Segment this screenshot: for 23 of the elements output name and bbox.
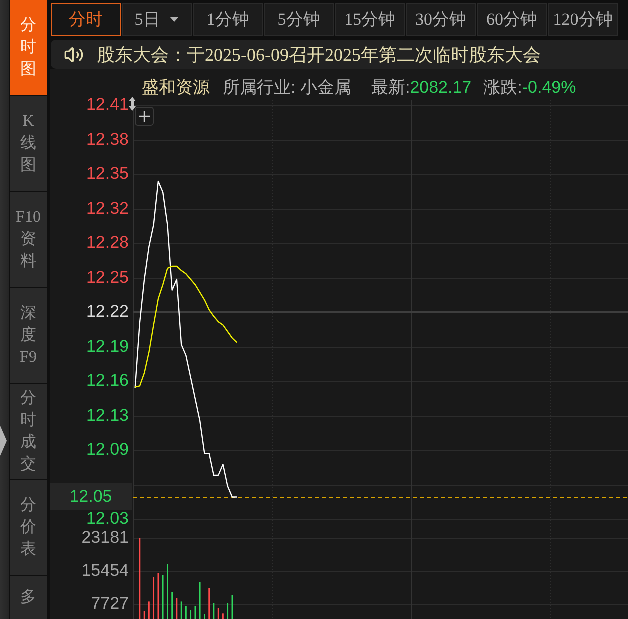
axis-label: 12.25 [86,268,129,288]
price-tag: 12.05 [50,483,132,510]
change-value: -0.49% [522,78,576,98]
axis-label: 12.19 [86,336,129,357]
axis-label: 23181 [82,528,129,548]
axis-label: 15454 [82,560,129,581]
industry-text: 所属行业: 小金属 [223,77,352,99]
notice-text: 股东大会：于2025-06-09召开2025年第二次临时股东大会 [97,44,541,66]
change-label: 涨跌: [484,77,522,99]
axis-label: 12.41 [86,95,129,116]
axis-label: 7727 [91,594,129,614]
axis-label: 12.03 [86,509,129,529]
axis-label: 12.13 [86,406,129,426]
axis-label: 12.28 [86,233,129,254]
axis-label: 12.35 [86,164,129,184]
latest-value: 2082.17 [410,78,472,98]
axis-label: 12.16 [86,371,129,392]
axis-label: 12.09 [86,440,129,460]
axis-label: 12.32 [86,198,129,219]
latest-label: 最新: [371,77,410,99]
axis-label: 12.38 [86,130,129,150]
axis-label: 12.22 [86,302,129,322]
stock-name: 盛和资源 [142,77,210,99]
